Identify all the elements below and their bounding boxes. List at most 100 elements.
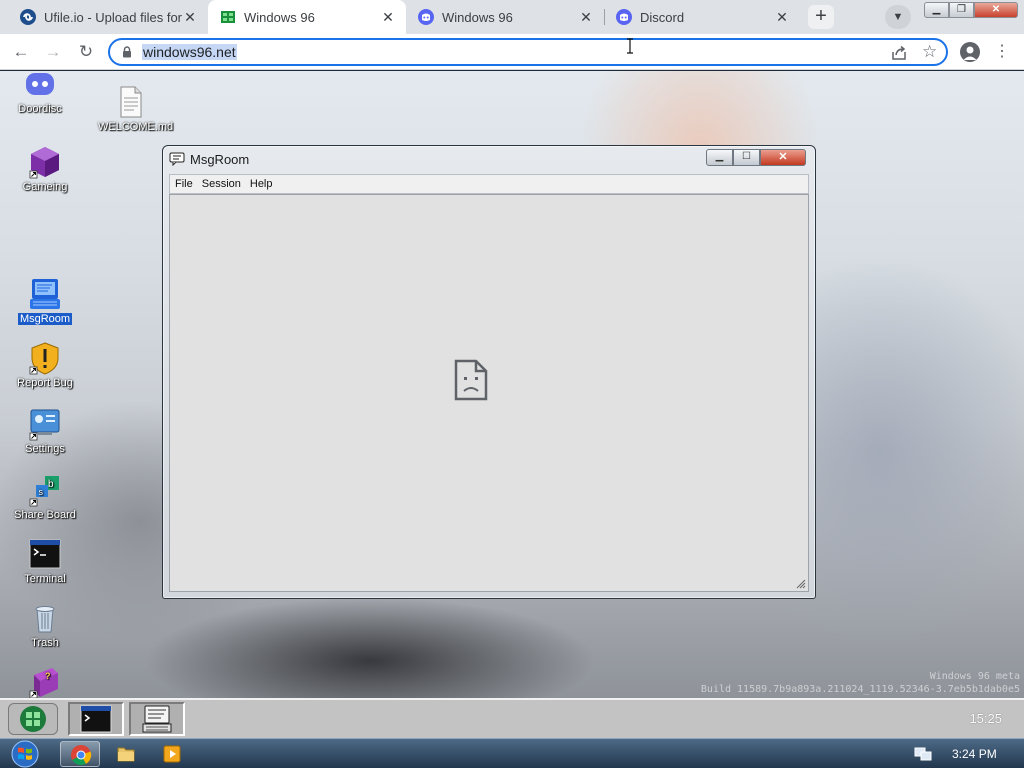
chrome-icon <box>71 745 92 766</box>
desktop-icon-doordisc[interactable]: Doordisc <box>8 71 72 116</box>
msgroom-icon <box>30 279 60 309</box>
taskbar-media-player[interactable] <box>152 741 192 767</box>
resize-grip-icon[interactable] <box>796 579 806 589</box>
windows-logo-icon <box>11 740 39 768</box>
tab-close-icon[interactable]: ✕ <box>578 9 594 25</box>
network-icon[interactable] <box>914 746 932 762</box>
discord-icon <box>26 73 54 95</box>
win7-clock[interactable]: 3:24 PM <box>952 747 997 761</box>
desktop-icon-label: Report Bug <box>17 377 73 389</box>
discord-icon <box>418 9 434 25</box>
watermark-line: Windows 96 meta <box>929 671 1020 682</box>
sad-page-icon <box>454 359 488 401</box>
desktop-icon-label: Terminal <box>24 573 66 585</box>
build-watermark: Windows 96 meta Build 11589.7b9a893a.211… <box>701 670 1020 696</box>
window-restore-button[interactable]: ❐ <box>949 2 974 18</box>
menu-file[interactable]: File <box>175 178 193 190</box>
browser-toolbar: ← → ↻ windows96.net ☆ ⋮ <box>0 34 1024 70</box>
desktop-icon-settings[interactable]: Settings <box>13 407 77 456</box>
window-minimize-button[interactable]: ▁ <box>924 2 949 18</box>
desktop-icon-label: MsgRoom <box>17 313 73 325</box>
window-titlebar[interactable]: MsgRoom ▁ ☐ ✕ <box>163 146 815 172</box>
menu-bar: File Session Help <box>169 174 809 194</box>
svg-text:s: s <box>39 487 44 497</box>
desktop-icon-help[interactable]: ? <box>13 665 77 698</box>
tab-close-icon[interactable]: ✕ <box>380 9 396 25</box>
terminal-icon <box>29 539 61 569</box>
forward-arrow-icon[interactable]: → <box>41 40 65 64</box>
desktop-icon-report-bug[interactable]: Report Bug <box>13 341 77 390</box>
taskbar-chrome[interactable] <box>60 741 100 767</box>
desktop-icon-label: Share Board <box>14 509 76 521</box>
window-close-button[interactable]: ✕ <box>974 2 1018 18</box>
terminal-icon <box>80 705 112 733</box>
watermark-line: Build 11589.7b9a893a.211024_1119.52346-3… <box>700 684 1020 695</box>
w96-task-terminal[interactable] <box>68 702 124 736</box>
help-book-icon: ? <box>29 668 58 698</box>
desktop-icon-label: Doordisc <box>18 103 62 115</box>
tab-ufile[interactable]: Ufile.io - Upload files for ✕ <box>8 0 208 34</box>
media-player-icon <box>163 745 181 763</box>
tab-windows96-discord[interactable]: Windows 96 ✕ <box>406 0 604 34</box>
tab-windows96-active[interactable]: Windows 96 ✕ <box>208 0 406 34</box>
w96-desktop: Doordisc WELCOME.md Gameing MsgRoom Repo… <box>0 71 1024 698</box>
menu-help[interactable]: Help <box>250 178 273 190</box>
desktop-icon-label: Settings <box>25 443 65 455</box>
chat-bubble-icon <box>169 152 185 166</box>
win7-start-orb[interactable] <box>6 739 44 768</box>
tab-search-chevron-icon[interactable]: ▼ <box>885 5 911 29</box>
desktop-icon-msgroom[interactable]: MsgRoom <box>13 277 77 326</box>
back-arrow-icon[interactable]: ← <box>9 40 33 64</box>
w96-clock[interactable]: 15:25 <box>969 711 1002 726</box>
desktop-icon-gameing[interactable]: Gameing <box>13 145 77 194</box>
document-icon <box>120 86 142 118</box>
profile-avatar-icon[interactable] <box>960 42 980 62</box>
settings-icon <box>29 409 60 441</box>
game-cube-icon <box>29 147 59 179</box>
reload-icon[interactable]: ↻ <box>74 40 98 64</box>
window-content <box>169 194 809 592</box>
discord-icon <box>616 9 632 25</box>
new-tab-button[interactable]: + <box>808 5 834 29</box>
tab-title: Windows 96 <box>442 9 513 25</box>
maximize-button[interactable]: ☐ <box>733 149 760 166</box>
desktop-icon-label: Gameing <box>22 181 68 193</box>
w96-logo-icon <box>20 706 46 732</box>
desktop-icon-label: WELCOME.md <box>98 121 174 133</box>
desktop-icon-label: Trash <box>31 637 59 649</box>
w96-taskbar: 15:25 <box>0 698 1024 738</box>
share-board-icon: b s <box>29 476 59 507</box>
desktop-icon-trash[interactable]: Trash <box>13 601 77 650</box>
tab-title: Discord <box>640 9 685 25</box>
menu-session[interactable]: Session <box>202 178 241 190</box>
close-button[interactable]: ✕ <box>760 149 806 166</box>
w96-start-button[interactable] <box>8 703 58 735</box>
w96-task-msgroom[interactable] <box>129 702 185 736</box>
browser-menu-icon[interactable]: ⋮ <box>994 40 1010 64</box>
svg-text:b: b <box>48 479 54 490</box>
warning-shield-icon <box>29 342 59 375</box>
share-icon[interactable] <box>890 44 908 62</box>
windows96-icon <box>221 11 235 23</box>
tab-close-icon[interactable]: ✕ <box>774 9 790 25</box>
url-text[interactable]: windows96.net <box>142 44 237 60</box>
msgroom-window: MsgRoom ▁ ☐ ✕ File Session Help <box>162 145 816 599</box>
svg-text:?: ? <box>45 671 51 681</box>
address-bar[interactable]: windows96.net ☆ <box>108 38 948 66</box>
taskbar-explorer[interactable] <box>106 741 146 767</box>
window-title: MsgRoom <box>190 152 250 167</box>
tab-close-icon[interactable]: ✕ <box>182 9 198 25</box>
tab-title: Ufile.io - Upload files for <box>44 9 182 25</box>
tab-discord[interactable]: Discord ✕ <box>604 0 800 34</box>
desktop-icon-welcome[interactable]: WELCOME.md <box>98 85 173 134</box>
desktop-icon-share-board[interactable]: b s Share Board <box>13 473 77 522</box>
msgroom-icon <box>142 705 172 733</box>
desktop-icon-terminal[interactable]: Terminal <box>13 537 77 586</box>
lock-icon[interactable] <box>122 46 132 58</box>
trash-icon <box>35 606 55 633</box>
ufile-icon <box>20 9 36 25</box>
win7-taskbar: 3:24 PM <box>0 738 1024 768</box>
minimize-button[interactable]: ▁ <box>706 149 733 166</box>
bookmark-star-icon[interactable]: ☆ <box>922 42 937 62</box>
browser-tab-strip: Ufile.io - Upload files for ✕ Windows 96… <box>0 0 1024 34</box>
